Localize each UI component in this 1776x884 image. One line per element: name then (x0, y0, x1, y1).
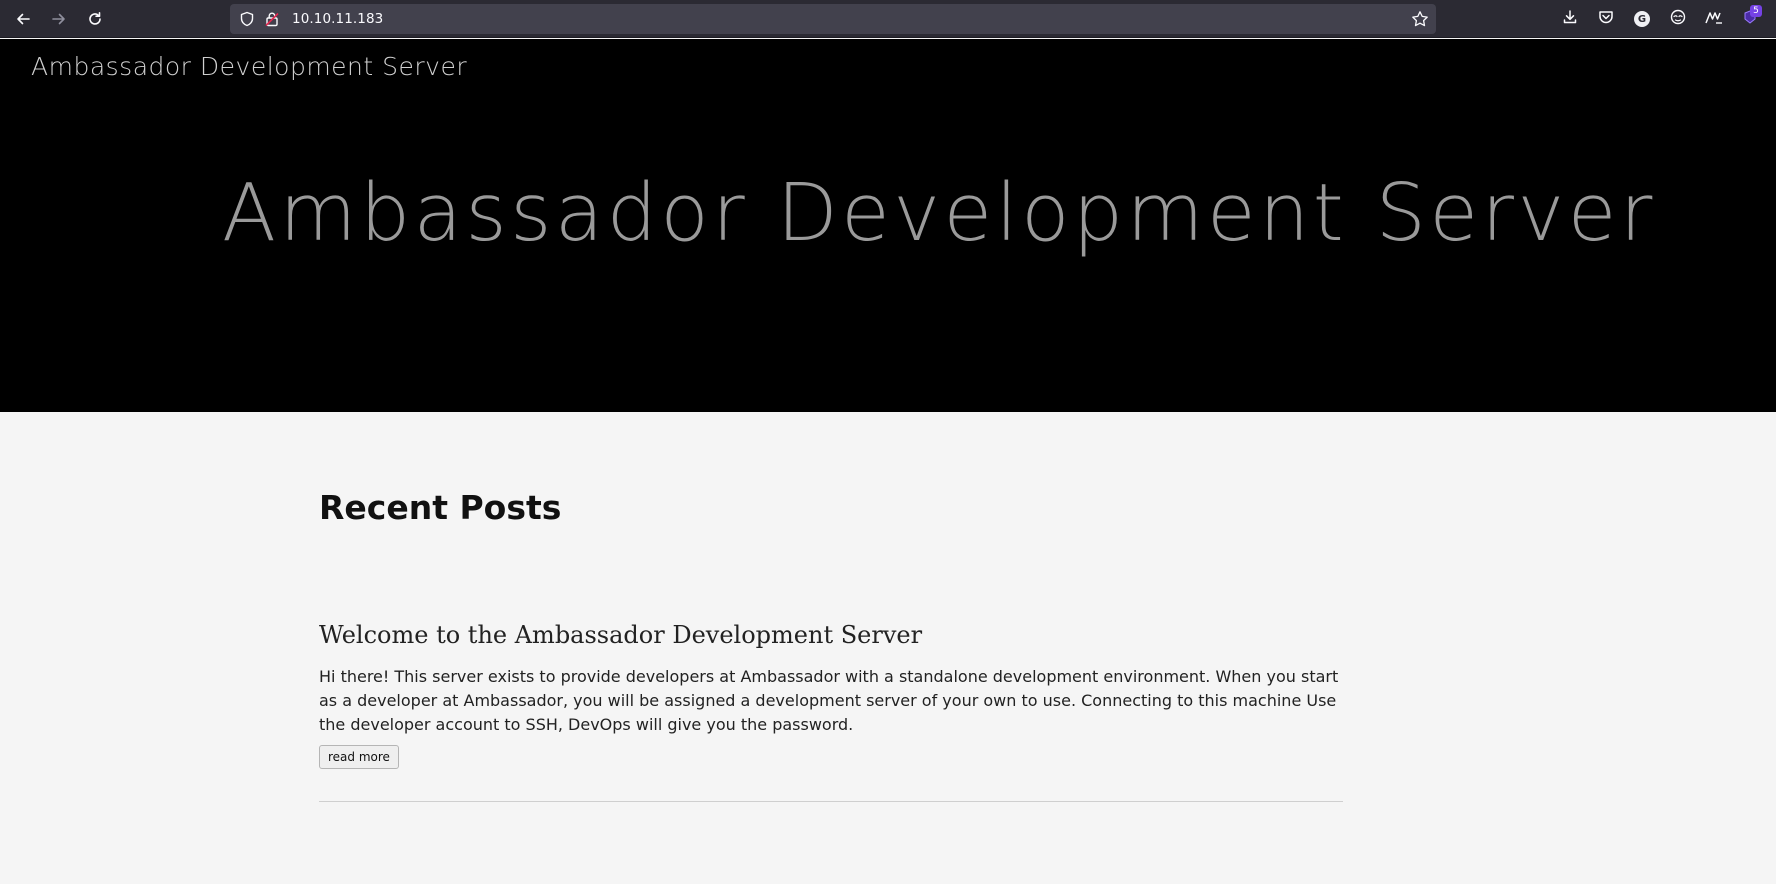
account-avatar: G (1634, 11, 1650, 27)
bookmark-star-icon[interactable] (1411, 10, 1429, 32)
extensions-button[interactable]: 5 (1738, 5, 1762, 31)
reload-button[interactable] (81, 5, 109, 33)
hero-banner: Ambassador Development Server Ambassador… (0, 39, 1776, 412)
hero-title: Ambassador Development Server (222, 167, 1656, 259)
browser-toolbar: 10.10.11.183 G 5 (0, 0, 1776, 38)
account-button[interactable]: G (1630, 7, 1654, 31)
pocket-button[interactable] (1594, 7, 1618, 31)
forward-button[interactable] (45, 5, 73, 33)
site-nav-title[interactable]: Ambassador Development Server (31, 52, 467, 81)
post-excerpt: Hi there! This server exists to provide … (319, 667, 1339, 734)
post-title[interactable]: Welcome to the Ambassador Development Se… (319, 620, 922, 650)
reload-icon (87, 11, 103, 27)
post-divider (319, 801, 1343, 802)
extension-button-2[interactable] (1702, 7, 1726, 31)
wappalyzer-icon (1705, 10, 1723, 29)
insecure-lock-icon[interactable] (264, 11, 280, 31)
pocket-icon (1598, 9, 1614, 29)
post-list-item: Welcome to the Ambassador Development Se… (319, 488, 1343, 818)
arrow-left-icon (15, 11, 31, 27)
tracking-protection-icon[interactable] (239, 11, 255, 31)
read-more-button[interactable]: read more (319, 745, 399, 769)
page-viewport: Ambassador Development Server Ambassador… (0, 39, 1776, 884)
downloads-button[interactable] (1558, 7, 1582, 31)
back-button[interactable] (9, 5, 37, 33)
download-icon (1562, 9, 1578, 29)
extensions-count-badge: 5 (1750, 5, 1762, 17)
arrow-right-icon (51, 11, 67, 27)
url-text[interactable]: 10.10.11.183 (292, 11, 383, 27)
hacker-mask-icon (1670, 9, 1686, 29)
address-bar[interactable]: 10.10.11.183 (230, 4, 1436, 34)
extension-button-1[interactable] (1666, 7, 1690, 31)
